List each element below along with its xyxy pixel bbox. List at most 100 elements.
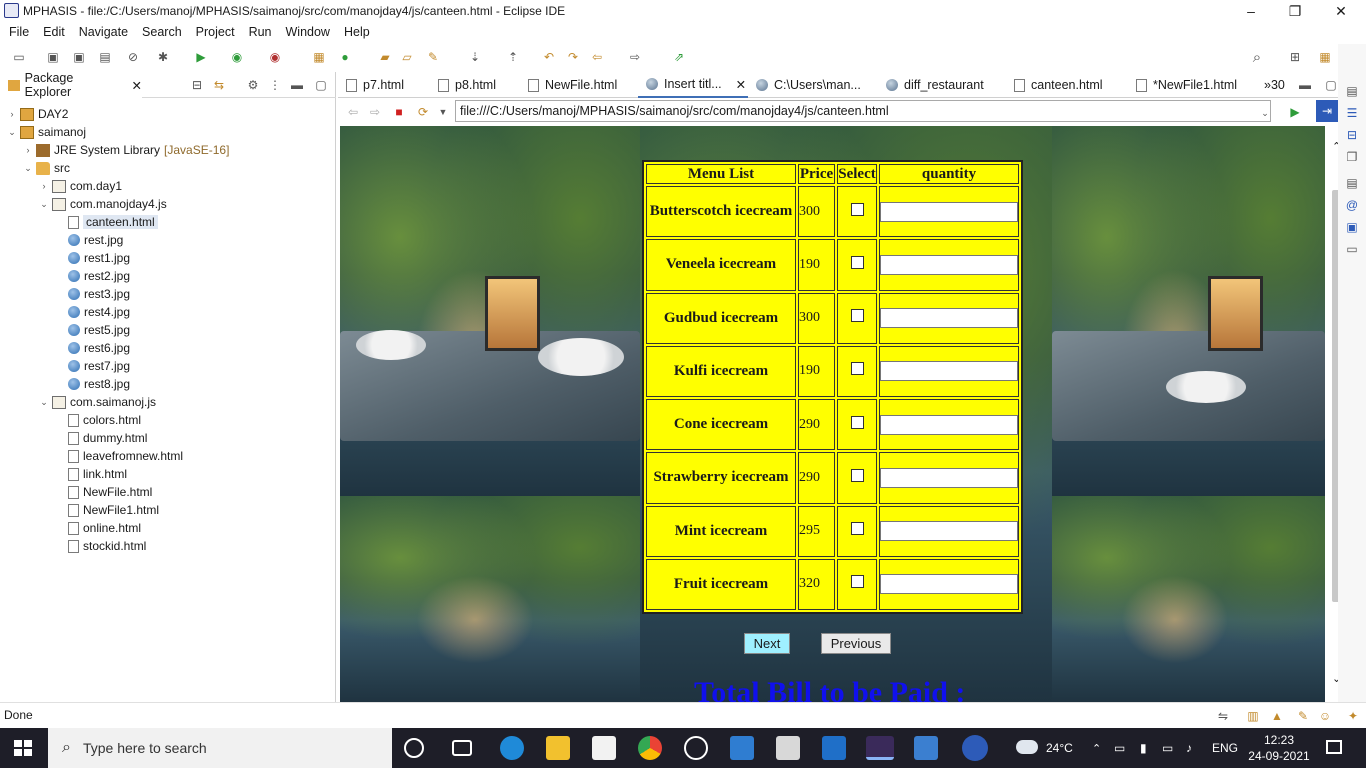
editor-tab[interactable]: *NewFile1.html xyxy=(1128,72,1254,98)
tree-item[interactable]: NewFile.html xyxy=(54,483,152,501)
editor-tab[interactable]: NewFile.html xyxy=(520,72,636,98)
save-icon[interactable]: ▣ xyxy=(44,48,62,66)
forward-edit-icon[interactable]: ↷ xyxy=(564,48,582,66)
tree-item[interactable]: link.html xyxy=(54,465,127,483)
store-icon[interactable] xyxy=(592,736,616,760)
tree-item[interactable]: rest1.jpg xyxy=(54,249,130,267)
tree-item[interactable]: stockid.html xyxy=(54,537,146,555)
minimize-editor-icon[interactable]: ▬ xyxy=(1296,76,1314,94)
browser-back-icon[interactable]: ⇦ xyxy=(344,103,362,121)
language-indicator[interactable]: ENG xyxy=(1212,728,1238,768)
dropbox-icon[interactable] xyxy=(776,736,800,760)
collapsed-chevron-icon[interactable]: › xyxy=(22,145,34,155)
tree-item[interactable]: ⌄ com.manojday4.js xyxy=(38,195,167,213)
tree-item[interactable]: ⌄ com.saimanoj.js xyxy=(38,393,156,411)
debug-icon[interactable]: ✱ xyxy=(154,48,172,66)
tree-item[interactable]: NewFile1.html xyxy=(54,501,159,519)
previous-button[interactable]: Previous xyxy=(821,633,891,654)
github-desktop-icon[interactable] xyxy=(684,736,708,760)
tree-item[interactable]: › DAY2 xyxy=(6,105,69,123)
battery-icon[interactable]: ▭ xyxy=(1162,728,1173,768)
quantity-input[interactable] xyxy=(880,414,1018,435)
restore-button[interactable]: ❐ xyxy=(1272,0,1318,22)
java-perspective-icon[interactable]: ▦ xyxy=(1316,48,1334,66)
search-icon[interactable]: ⌕ xyxy=(1248,48,1266,66)
quantity-input[interactable] xyxy=(880,308,1018,329)
menu-item[interactable]: Help xyxy=(337,22,377,44)
tree-item[interactable]: online.html xyxy=(54,519,141,537)
edge-icon[interactable] xyxy=(500,736,524,760)
browser-forward-icon[interactable]: ⇨ xyxy=(366,103,384,121)
tips-icon[interactable]: ☺ xyxy=(1316,707,1334,725)
new-class-icon[interactable]: ● xyxy=(336,48,354,66)
tree-item[interactable]: rest.jpg xyxy=(54,231,123,249)
tree-item[interactable]: rest8.jpg xyxy=(54,375,130,393)
editor-tab[interactable]: p7.html xyxy=(338,72,428,98)
close-tab-icon[interactable]: ✕ xyxy=(736,77,746,92)
menu-item[interactable]: File xyxy=(2,22,36,44)
save-all-icon[interactable]: ▣ xyxy=(70,48,88,66)
restore-stack-icon[interactable]: ❐ xyxy=(1343,148,1361,166)
windows-start-icon[interactable] xyxy=(14,740,32,756)
link-with-editor-icon[interactable]: ⇆ xyxy=(210,76,228,94)
go-icon[interactable]: ▶ xyxy=(1286,103,1304,121)
hierarchy-icon[interactable]: ⊟ xyxy=(1343,126,1361,144)
outline-icon[interactable]: ▤ xyxy=(1343,82,1361,100)
new-package-icon[interactable]: ▦ xyxy=(310,48,328,66)
vscode-icon[interactable] xyxy=(822,736,846,760)
expanded-chevron-icon[interactable]: ⌄ xyxy=(38,397,50,408)
select-checkbox[interactable] xyxy=(850,575,864,589)
browser-refresh-icon[interactable]: ⟳ xyxy=(414,103,432,121)
tree-item[interactable]: ⌄ saimanoj xyxy=(6,123,86,141)
select-checkbox[interactable] xyxy=(850,309,864,323)
cortana-icon[interactable] xyxy=(404,738,424,758)
back-icon[interactable]: ⇦ xyxy=(588,48,606,66)
editor-tab[interactable]: diff_restaurant xyxy=(878,72,1004,98)
quantity-input[interactable] xyxy=(880,361,1018,382)
book-icon[interactable]: ▥ xyxy=(1244,707,1262,725)
file-explorer-icon[interactable] xyxy=(546,736,570,760)
maximize-view-icon[interactable]: ▢ xyxy=(312,76,330,94)
expanded-chevron-icon[interactable]: ⌄ xyxy=(6,127,18,138)
next-button[interactable]: Next xyxy=(744,633,790,654)
open-external-browser-icon[interactable]: ⇥ xyxy=(1316,100,1338,122)
url-input[interactable]: file:///C:/Users/manoj/MPHASIS/saimanoj/… xyxy=(455,100,1271,122)
view-menu-icon[interactable]: ⋮ xyxy=(266,76,284,94)
select-checkbox[interactable] xyxy=(850,362,864,376)
progress-icon[interactable]: ⇋ xyxy=(1214,707,1232,725)
editor-tab[interactable]: canteen.html xyxy=(1006,72,1126,98)
pencil-icon[interactable]: ✎ xyxy=(1294,707,1312,725)
editor-tab[interactable]: »30 xyxy=(1256,72,1296,98)
package-explorer-tab[interactable]: Package Explorer ✕ xyxy=(0,71,142,99)
notifications-icon[interactable] xyxy=(1326,740,1342,754)
tree-item[interactable]: dummy.html xyxy=(54,429,147,447)
menu-item[interactable]: Search xyxy=(135,22,189,44)
prev-annotation-icon[interactable]: ⇡ xyxy=(504,48,522,66)
javadoc-icon[interactable]: @ xyxy=(1343,196,1361,214)
tree-item[interactable]: rest6.jpg xyxy=(54,339,130,357)
skip-breakpoints-icon[interactable]: ⊘ xyxy=(124,48,142,66)
tray-chevron-icon[interactable]: ⌃ xyxy=(1092,728,1101,768)
taskbar-search-box[interactable]: ⌕ Type here to search xyxy=(48,728,392,768)
tree-item[interactable]: rest3.jpg xyxy=(54,285,130,303)
external-tools-icon[interactable]: ◉ xyxy=(266,48,284,66)
editor-tab[interactable]: Insert titl... ✕ xyxy=(638,72,748,98)
menu-item[interactable]: Navigate xyxy=(72,22,135,44)
console-icon[interactable]: ▭ xyxy=(1343,240,1361,258)
url-dropdown-chevron-icon[interactable]: ⌄ xyxy=(1256,104,1274,122)
minimize-button[interactable]: – xyxy=(1228,0,1274,22)
tree-item[interactable]: canteen.html xyxy=(54,213,158,231)
select-checkbox[interactable] xyxy=(850,255,864,269)
eclipse-taskbar-icon[interactable] xyxy=(866,736,894,760)
speaker-icon[interactable]: ♪ xyxy=(1186,728,1192,768)
task-view-icon[interactable] xyxy=(452,740,472,756)
open-task-icon[interactable]: ▱ xyxy=(398,48,416,66)
new-icon[interactable]: ▭ xyxy=(10,48,28,66)
quantity-input[interactable] xyxy=(880,254,1018,275)
mail-icon[interactable] xyxy=(730,736,754,760)
open-perspective-icon[interactable]: ⊞ xyxy=(1286,48,1304,66)
close-tab-icon[interactable]: ✕ xyxy=(132,78,142,93)
menu-item[interactable]: Window xyxy=(279,22,337,44)
network-icon[interactable]: ▭ xyxy=(1114,728,1125,768)
close-window-button[interactable]: ✕ xyxy=(1318,0,1364,22)
